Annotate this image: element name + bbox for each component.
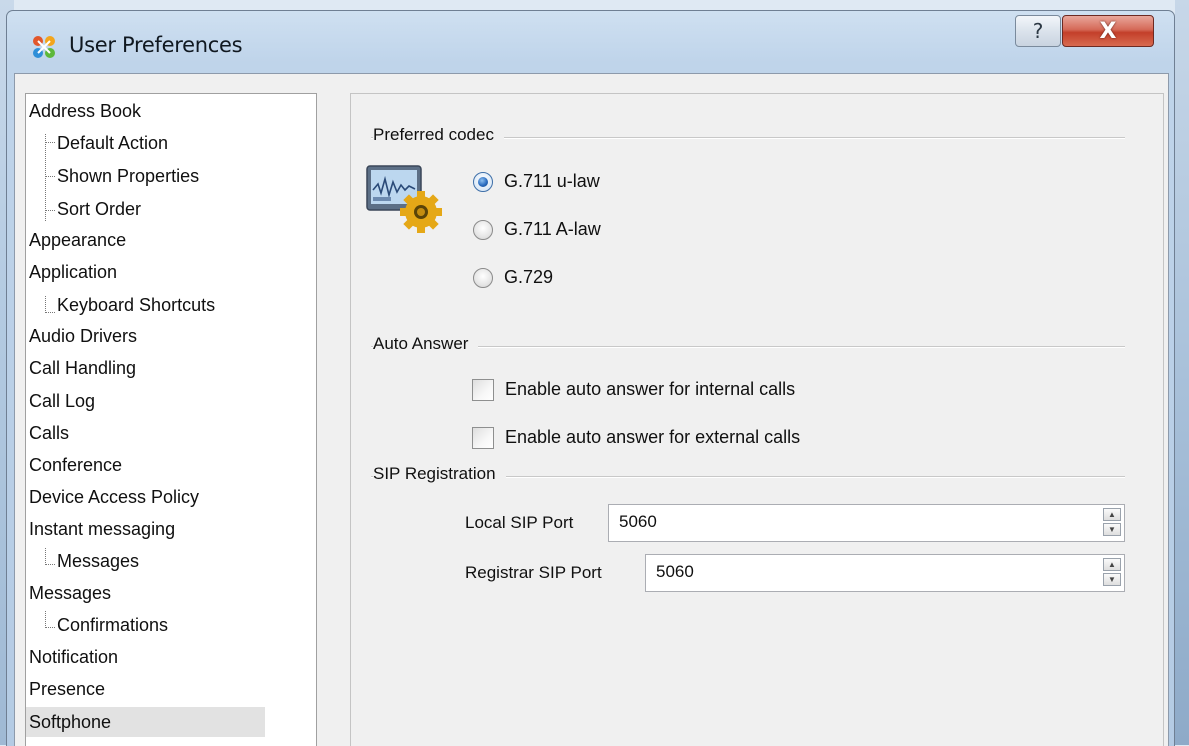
tree-item-application[interactable]: Application	[29, 257, 117, 287]
spin-up-icon[interactable]: ▲	[1103, 558, 1121, 571]
tree-item-shown-properties[interactable]: Shown Properties	[57, 161, 199, 191]
tree-item-default-action[interactable]: Default Action	[57, 128, 168, 158]
close-icon: X	[1099, 18, 1117, 44]
codec-option-label[interactable]: G.729	[504, 267, 553, 288]
local-sip-port-label: Local SIP Port	[465, 513, 574, 532]
preferences-tree[interactable]: Address Book Default Action Shown Proper…	[25, 93, 317, 746]
auto-answer-external-label[interactable]: Enable auto answer for external calls	[505, 427, 800, 448]
tree-item-messages[interactable]: Messages	[29, 578, 111, 608]
close-button[interactable]: X	[1062, 15, 1154, 47]
tree-item-keyboard-shortcuts[interactable]: Keyboard Shortcuts	[57, 290, 215, 320]
codec-radio-g711-alaw[interactable]	[473, 220, 493, 240]
codec-option-label[interactable]: G.711 u-law	[504, 171, 600, 192]
registrar-sip-port-label: Registrar SIP Port	[465, 563, 602, 582]
local-sip-port-stepper[interactable]: ▲ ▼	[1103, 508, 1121, 536]
registrar-sip-port-spinner[interactable]: ▲ ▼	[645, 554, 1125, 592]
auto-answer-internal-label[interactable]: Enable auto answer for internal calls	[505, 379, 795, 400]
tree-item-address-book[interactable]: Address Book	[29, 96, 141, 126]
spin-up-icon[interactable]: ▲	[1103, 508, 1121, 521]
tree-connector	[45, 134, 46, 221]
tree-connector	[45, 142, 55, 143]
tree-item-instant-messaging[interactable]: Instant messaging	[29, 514, 175, 544]
local-sip-port-spinner[interactable]: ▲ ▼	[608, 504, 1125, 542]
auto-answer-heading: Auto Answer	[373, 334, 479, 354]
title-bar[interactable]: User Preferences ? X	[7, 11, 1174, 73]
tree-item-device-access-policy[interactable]: Device Access Policy	[29, 482, 199, 512]
sip-registration-heading: SIP Registration	[373, 464, 506, 484]
tree-item-call-log[interactable]: Call Log	[29, 386, 95, 416]
tree-connector	[45, 611, 46, 628]
tree-item-appearance[interactable]: Appearance	[29, 225, 126, 255]
registrar-sip-port-input[interactable]	[646, 555, 1099, 589]
tree-connector	[45, 312, 55, 313]
tree-connector	[45, 176, 55, 177]
tree-connector	[45, 296, 46, 313]
spin-down-icon[interactable]: ▼	[1103, 573, 1121, 586]
group-divider	[371, 346, 1125, 348]
tree-item-sort-order[interactable]: Sort Order	[57, 194, 141, 224]
tree-item-softphone[interactable]: Softphone	[26, 707, 265, 737]
tree-connector	[45, 564, 55, 565]
desktop-background-right	[1175, 0, 1189, 745]
app-logo-icon	[33, 36, 55, 58]
tree-item-im-messages[interactable]: Messages	[57, 546, 139, 576]
tree-connector	[45, 548, 46, 565]
tree-item-presence[interactable]: Presence	[29, 674, 105, 704]
softphone-settings-panel: Preferred codec G.711 u-law G.711 A-law …	[350, 93, 1164, 746]
help-button[interactable]: ?	[1015, 15, 1061, 47]
codec-settings-icon	[366, 165, 442, 233]
tree-connector	[45, 210, 55, 211]
dialog-client-area: Address Book Default Action Shown Proper…	[14, 73, 1169, 746]
user-preferences-window: User Preferences ? X Address Book Defaul…	[6, 10, 1175, 746]
tree-item-call-handling[interactable]: Call Handling	[29, 353, 136, 383]
codec-radio-g711-ulaw[interactable]	[473, 172, 493, 192]
auto-answer-internal-checkbox[interactable]	[472, 379, 494, 401]
preferred-codec-heading: Preferred codec	[373, 125, 504, 145]
tree-connector	[45, 627, 55, 628]
tree-item-notification[interactable]: Notification	[29, 642, 118, 672]
tree-item-conference[interactable]: Conference	[29, 450, 122, 480]
window-title: User Preferences	[69, 33, 243, 57]
codec-radio-g729[interactable]	[473, 268, 493, 288]
tree-item-audio-drivers[interactable]: Audio Drivers	[29, 321, 137, 351]
local-sip-port-input[interactable]	[609, 505, 1099, 539]
auto-answer-external-checkbox[interactable]	[472, 427, 494, 449]
registrar-sip-port-stepper[interactable]: ▲ ▼	[1103, 558, 1121, 586]
tree-item-confirmations[interactable]: Confirmations	[57, 610, 168, 640]
codec-option-label[interactable]: G.711 A-law	[504, 219, 601, 240]
tree-item-calls[interactable]: Calls	[29, 418, 69, 448]
spin-down-icon[interactable]: ▼	[1103, 523, 1121, 536]
